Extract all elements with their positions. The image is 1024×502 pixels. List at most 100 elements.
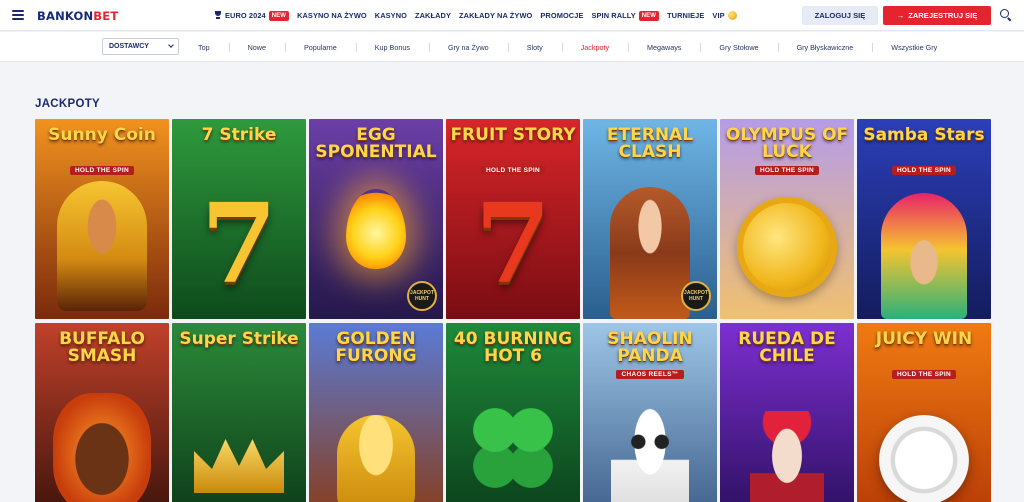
nav-item-turnieje[interactable]: TURNIEJE: [667, 11, 704, 20]
clover-illustration: [468, 403, 558, 493]
gold-crown-illustration: [194, 439, 284, 493]
nav-item-vip[interactable]: VIP: [712, 11, 737, 20]
nav-item-zakłady-na-żywo[interactable]: ZAKŁADY NA ŻYWO: [459, 11, 532, 20]
login-button[interactable]: ZALOGUJ SIĘ: [802, 6, 878, 25]
nav-label: VIP: [712, 11, 725, 20]
nav-label: KASYNO: [374, 11, 407, 20]
game-subtitle: CHAOS REELS™: [616, 370, 684, 379]
game-tile[interactable]: SHAOLIN PANDA CHAOS REELS™: [583, 323, 717, 502]
warrior-girl-illustration: [610, 187, 690, 319]
tab-gry-błyskawiczne[interactable]: Gry Błyskawiczne: [777, 42, 873, 52]
menu-icon[interactable]: [12, 10, 24, 20]
seven-symbol: 7: [200, 179, 278, 308]
samba-dancer-illustration: [881, 193, 967, 319]
game-tile[interactable]: Sunny Coin HOLD THE SPIN: [35, 119, 169, 319]
tab-gry-na-żywo[interactable]: Gry na Żywo: [428, 42, 508, 52]
game-subtitle-banner: HOLD THE SPIN: [720, 166, 854, 175]
nav-item-promocje[interactable]: PROMOCJE: [540, 11, 583, 20]
provider-dropdown-label: DOSTAWCY: [109, 43, 149, 50]
provider-dropdown[interactable]: DOSTAWCY: [102, 38, 179, 55]
game-title: RUEDA DE CHILE: [738, 329, 836, 366]
casino-chip-illustration: [879, 415, 969, 502]
nav-label: TURNIEJE: [667, 11, 705, 20]
game-tile[interactable]: RUEDA DE CHILE: [720, 323, 854, 502]
game-title: 40 BURNING HOT 6: [453, 329, 573, 366]
games-grid: Sunny Coin HOLD THE SPIN 7 7 Strike EGG SPON…: [35, 119, 993, 502]
game-title: OLYMPUS OF LUCK: [725, 125, 849, 162]
game-subtitle: HOLD THE SPIN: [891, 166, 957, 175]
nav-label: ZAKŁADY: [415, 11, 452, 20]
game-subtitle-banner: HOLD THE SPIN: [35, 166, 169, 175]
game-subtitle-banner: CHAOS REELS™: [583, 370, 717, 379]
chevron-down-icon: [168, 42, 174, 48]
category-tabs: Top Nowe Popularne Kup Bonus Gry na Żywo Slot…: [179, 32, 956, 62]
nav-label: PROMOCJE: [540, 11, 584, 20]
game-subtitle-banner: HOLD THE SPIN: [857, 166, 991, 175]
nav-item-spin-rally[interactable]: SPIN RALLY NEW: [591, 10, 660, 21]
tab-nowe[interactable]: Nowe: [228, 42, 285, 52]
game-title: Samba Stars: [863, 125, 985, 145]
trophy-icon: [214, 11, 222, 20]
game-tile[interactable]: Super Strike: [172, 323, 306, 502]
search-icon[interactable]: [1000, 9, 1012, 21]
section-title: JACKPOTY: [35, 98, 101, 110]
game-tile[interactable]: 40 BURNING HOT 6: [446, 323, 580, 502]
nav-label: ZAKŁADY NA ŻYWO: [459, 11, 533, 20]
jackpot-hunt-badge: JACKPOT HUNT: [681, 281, 711, 311]
game-title: Sunny Coin: [48, 125, 156, 145]
tab-gry-stołowe[interactable]: Gry Stołowe: [700, 42, 777, 52]
buffalo-illustration: [53, 393, 151, 502]
game-subtitle-banner: HOLD THE SPIN: [446, 166, 580, 175]
game-tile[interactable]: JUICY WIN HOLD THE SPIN: [857, 323, 991, 502]
catrina-illustration: [750, 411, 824, 502]
coin-icon: [727, 11, 737, 20]
new-badge: NEW: [638, 10, 660, 21]
category-bar: DOSTAWCY Top Nowe Popularne Kup Bonus Gry na…: [0, 32, 1024, 62]
register-label: ZAREJESTRUJ SIĘ: [908, 11, 978, 20]
jackpot-hunt-badge: JACKPOT HUNT: [407, 281, 437, 311]
nav-item-kasyno-na-żywo[interactable]: KASYNO NA ŻYWO: [297, 11, 367, 20]
tab-top[interactable]: Top: [179, 43, 229, 52]
register-button[interactable]: → ZAREJESTRUJ SIĘ: [883, 6, 991, 25]
game-subtitle: HOLD THE SPIN: [891, 370, 957, 379]
game-title: ETERNAL CLASH: [606, 125, 694, 162]
tab-megaways[interactable]: Megaways: [628, 42, 700, 52]
tab-sloty[interactable]: Sloty: [507, 42, 562, 52]
seven-symbol: 7: [474, 179, 552, 308]
game-title: FRUIT STORY: [450, 125, 576, 145]
tab-wszystkie-gry[interactable]: Wszystkie Gry: [872, 42, 956, 52]
game-title: GOLDEN FURONG: [335, 329, 417, 366]
game-title: BUFFALO SMASH: [59, 329, 145, 366]
new-badge: NEW: [268, 10, 290, 21]
game-subtitle-banner: HOLD THE SPIN: [857, 370, 991, 379]
tab-kup-bonus[interactable]: Kup Bonus: [355, 42, 429, 52]
game-subtitle: HOLD THE SPIN: [754, 166, 820, 175]
panda-illustration: [611, 407, 689, 502]
lucky-cat-illustration: [337, 415, 415, 502]
game-title: JUICY WIN: [875, 329, 973, 349]
logo[interactable]: BANKONBET: [37, 9, 118, 23]
game-title: SHAOLIN PANDA: [607, 329, 693, 366]
nav-label: SPIN RALLY: [591, 11, 636, 20]
game-subtitle: HOLD THE SPIN: [480, 166, 546, 175]
game-tile[interactable]: 7 FRUIT STORY HOLD THE SPIN: [446, 119, 580, 319]
game-tile[interactable]: EGG SPONENTIAL JACKPOT HUNT: [309, 119, 443, 319]
nav-item-kasyno[interactable]: KASYNO: [375, 11, 407, 20]
game-tile[interactable]: BUFFALO SMASH: [35, 323, 169, 502]
nav-label: EURO 2024: [225, 11, 266, 20]
game-tile[interactable]: GOLDEN FURONG: [309, 323, 443, 502]
game-tile[interactable]: Samba Stars HOLD THE SPIN: [857, 119, 991, 319]
nav-item-zakłady[interactable]: ZAKŁADY: [415, 11, 451, 20]
game-title: EGG SPONENTIAL: [315, 125, 437, 162]
game-title: Super Strike: [179, 329, 299, 349]
tab-jackpoty[interactable]: Jackpoty: [561, 42, 628, 52]
gold-coin-illustration: [737, 197, 837, 297]
tab-popularne[interactable]: Popularne: [284, 42, 356, 52]
game-tile[interactable]: ETERNAL CLASH JACKPOT HUNT: [583, 119, 717, 319]
game-tile[interactable]: OLYMPUS OF LUCK HOLD THE SPIN: [720, 119, 854, 319]
game-subtitle: HOLD THE SPIN: [69, 166, 135, 175]
nav-item-euro-2024[interactable]: EURO 2024 NEW: [214, 10, 290, 21]
game-tile[interactable]: 7 7 Strike: [172, 119, 306, 319]
arrow-right-icon: →: [896, 11, 905, 20]
top-bar: BANKONBET EURO 2024 NEW KASYNO NA ŻYWO KASY…: [0, 0, 1024, 31]
